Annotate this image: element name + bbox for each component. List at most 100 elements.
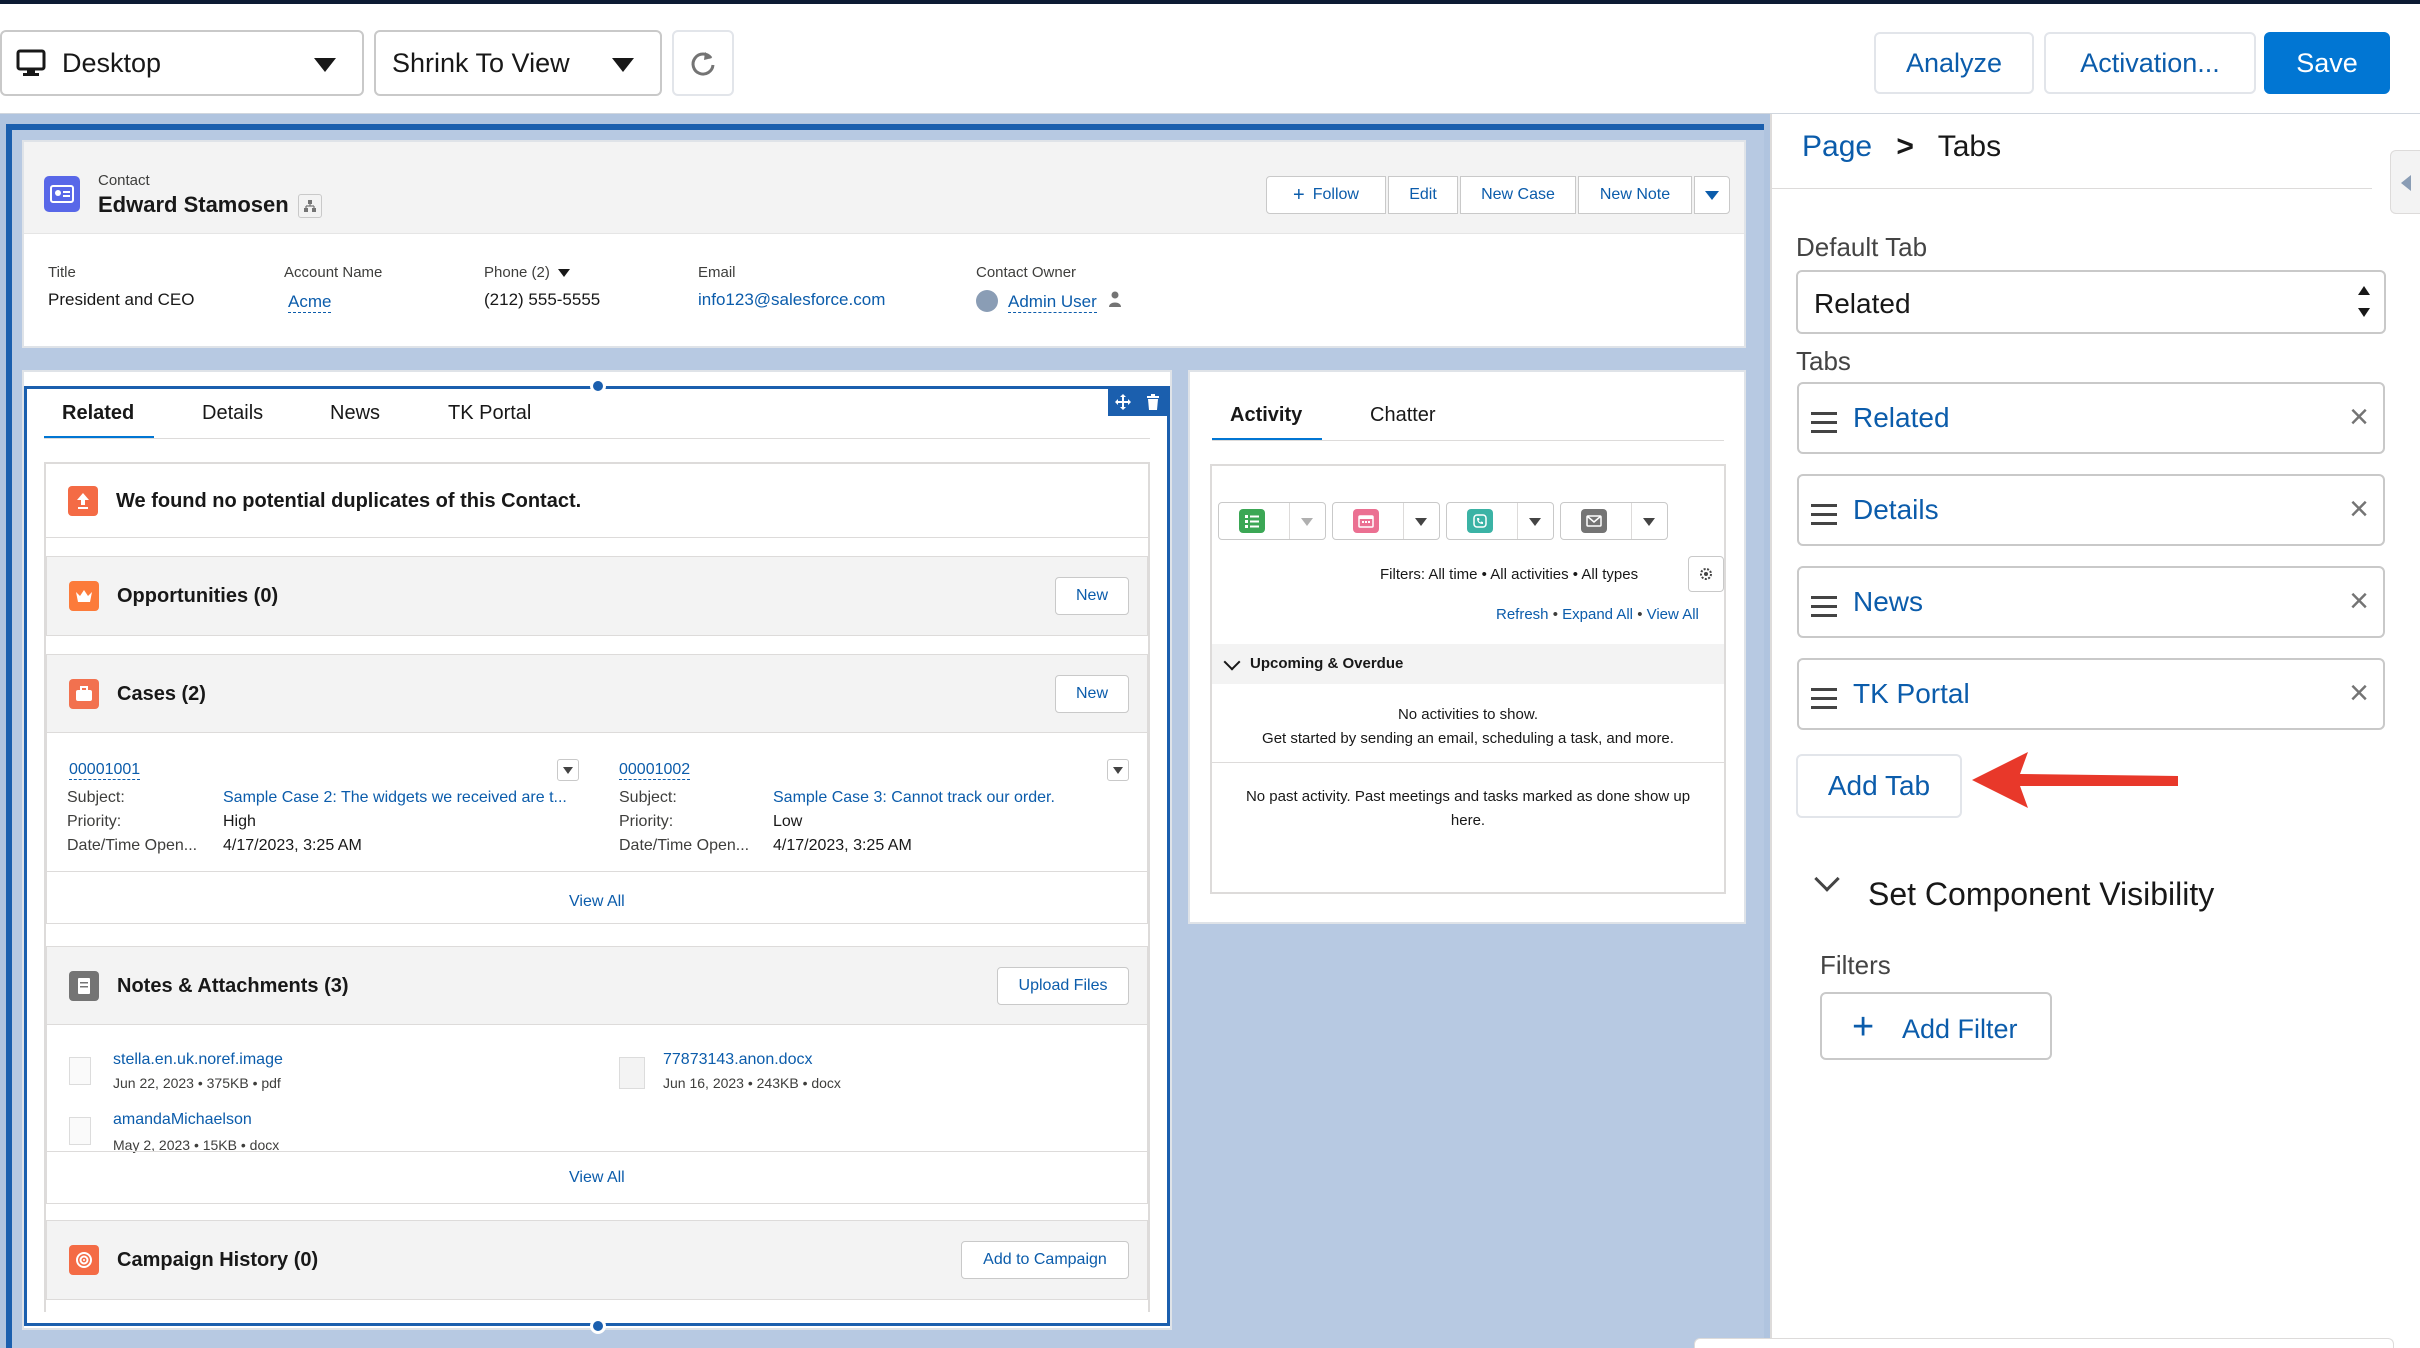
save-button[interactable]: Save: [2264, 32, 2390, 94]
case-number-link[interactable]: 00001002: [619, 761, 691, 780]
resize-handle-bottom[interactable]: [590, 1318, 606, 1334]
close-icon[interactable]: ×: [2349, 492, 2369, 526]
opportunities-title[interactable]: Opportunities (0): [117, 585, 278, 608]
breadcrumb-page-link[interactable]: Page: [1802, 130, 1872, 163]
tab-row-tk-portal[interactable]: TK Portal ×: [1797, 658, 2385, 730]
activity-body: Filters: All time • All activities • All…: [1210, 464, 1726, 894]
tab-row-label[interactable]: Related: [1853, 402, 1950, 434]
drag-handle-icon[interactable]: [1811, 596, 1837, 623]
view-all-link[interactable]: View All: [1647, 606, 1699, 623]
follow-label: Follow: [1312, 186, 1359, 203]
collapse-panel-button[interactable]: [2390, 150, 2420, 214]
email-link[interactable]: info123@salesforce.com: [698, 290, 885, 310]
cases-view-all-link[interactable]: View All: [569, 893, 625, 911]
trash-icon[interactable]: [1138, 388, 1168, 416]
new-case-button[interactable]: New Case: [1460, 176, 1576, 214]
expand-all-link[interactable]: Expand All: [1562, 606, 1633, 623]
hierarchy-icon[interactable]: [298, 194, 322, 218]
chevron-down-icon[interactable]: [558, 269, 571, 277]
tab-row-label[interactable]: TK Portal: [1853, 678, 1970, 710]
file-name-link[interactable]: amandaMichaelson: [113, 1111, 252, 1129]
visibility-section-title[interactable]: Set Component Visibility: [1868, 876, 2214, 913]
chevron-down-icon[interactable]: [1529, 518, 1541, 526]
file-thumbnail-icon: [69, 1117, 91, 1145]
view-selector[interactable]: Shrink To View: [374, 30, 662, 96]
upcoming-title: Upcoming & Overdue: [1250, 655, 1404, 672]
file-name-link[interactable]: 77873143.anon.docx: [663, 1051, 812, 1069]
cases-new-button[interactable]: New: [1055, 675, 1129, 713]
case-subject-value[interactable]: Sample Case 3: Cannot track our order.: [773, 789, 1055, 807]
notes-view-all-link[interactable]: View All: [569, 1169, 625, 1187]
tab-news[interactable]: News: [330, 402, 380, 425]
cases-header: [47, 655, 1147, 733]
tab-row-news[interactable]: News ×: [1797, 566, 2385, 638]
file-name-link[interactable]: stella.en.uk.noref.image: [113, 1051, 283, 1069]
notes-title[interactable]: Notes & Attachments (3): [117, 975, 349, 998]
edit-button[interactable]: Edit: [1388, 176, 1458, 214]
chevron-down-icon[interactable]: [1643, 518, 1655, 526]
chevron-down-icon[interactable]: [1301, 518, 1313, 526]
refresh-link[interactable]: Refresh: [1496, 606, 1549, 623]
tab-related[interactable]: Related: [62, 402, 134, 425]
case-date-value: 4/17/2023, 3:25 AM: [223, 837, 362, 854]
case-priority-value: Low: [773, 813, 803, 830]
tab-row-label[interactable]: Details: [1853, 494, 1939, 526]
upload-files-button[interactable]: Upload Files: [997, 967, 1129, 1005]
briefcase-icon: [69, 679, 99, 709]
gear-icon[interactable]: [1688, 556, 1724, 592]
upcoming-section-header[interactable]: Upcoming & Overdue: [1212, 644, 1724, 684]
drag-handle-icon[interactable]: [1811, 412, 1837, 439]
tab-row-details[interactable]: Details ×: [1797, 474, 2385, 546]
case-priority-label: Priority:: [67, 813, 122, 830]
close-icon[interactable]: ×: [2349, 676, 2369, 710]
close-icon[interactable]: ×: [2349, 584, 2369, 618]
tab-row-label[interactable]: News: [1853, 586, 1923, 618]
campaign-title[interactable]: Campaign History (0): [117, 1249, 318, 1272]
follow-button[interactable]: + Follow: [1266, 176, 1386, 214]
case-subject-value[interactable]: Sample Case 2: The widgets we received a…: [223, 789, 567, 807]
add-tab-button[interactable]: Add Tab: [1796, 754, 1962, 818]
change-owner-icon[interactable]: [1108, 290, 1124, 308]
owner-link[interactable]: Admin User: [1008, 292, 1097, 313]
resize-handle-top[interactable]: [590, 378, 606, 394]
cases-title[interactable]: Cases (2): [117, 683, 206, 706]
field-value-title: President and CEO: [48, 290, 195, 309]
device-selector[interactable]: Desktop: [0, 30, 364, 96]
add-filter-label: Add Filter: [1902, 1014, 2018, 1044]
file-thumbnail-icon: [619, 1057, 645, 1089]
send-email-button[interactable]: [1560, 502, 1668, 540]
account-link[interactable]: Acme: [288, 292, 332, 313]
close-icon[interactable]: ×: [2349, 400, 2369, 434]
new-event-button[interactable]: [1332, 502, 1440, 540]
tab-activity[interactable]: Activity: [1230, 404, 1302, 427]
field-value-phone[interactable]: (212) 555-5555: [484, 290, 600, 310]
new-task-button[interactable]: [1218, 502, 1326, 540]
tab-chatter[interactable]: Chatter: [1370, 404, 1436, 427]
add-filter-button[interactable]: + Add Filter: [1820, 992, 2052, 1060]
chevron-down-icon[interactable]: [1415, 518, 1427, 526]
case-row-menu[interactable]: [557, 759, 579, 781]
desktop-icon: [16, 49, 46, 77]
notes-card: Notes & Attachments (3) Upload Files ste…: [46, 946, 1148, 1204]
record-header[interactable]: Contact Edward Stamosen + Follow Edit Ne…: [22, 140, 1746, 348]
annotation-arrow-icon: [1972, 752, 2178, 808]
drag-handle-icon[interactable]: [1811, 688, 1837, 715]
analyze-button[interactable]: Analyze: [1874, 32, 2034, 94]
case-subject-label: Subject:: [619, 789, 677, 806]
case-number-link[interactable]: 00001001: [69, 761, 141, 780]
tab-tk-portal[interactable]: TK Portal: [448, 402, 531, 425]
more-actions-button[interactable]: [1694, 176, 1730, 214]
log-call-button[interactable]: [1446, 502, 1554, 540]
move-icon[interactable]: [1108, 388, 1138, 416]
case-row-menu[interactable]: [1107, 759, 1129, 781]
tab-row-related[interactable]: Related ×: [1797, 382, 2385, 454]
default-tab-select[interactable]: Related: [1796, 270, 2386, 334]
drag-handle-icon[interactable]: [1811, 504, 1837, 531]
tab-details[interactable]: Details: [202, 402, 263, 425]
chevron-down-icon[interactable]: [1814, 866, 1840, 892]
refresh-button[interactable]: [672, 30, 734, 96]
add-to-campaign-button[interactable]: Add to Campaign: [961, 1241, 1129, 1279]
activation-button[interactable]: Activation...: [2044, 32, 2256, 94]
new-note-button[interactable]: New Note: [1578, 176, 1692, 214]
opportunities-new-button[interactable]: New: [1055, 577, 1129, 615]
